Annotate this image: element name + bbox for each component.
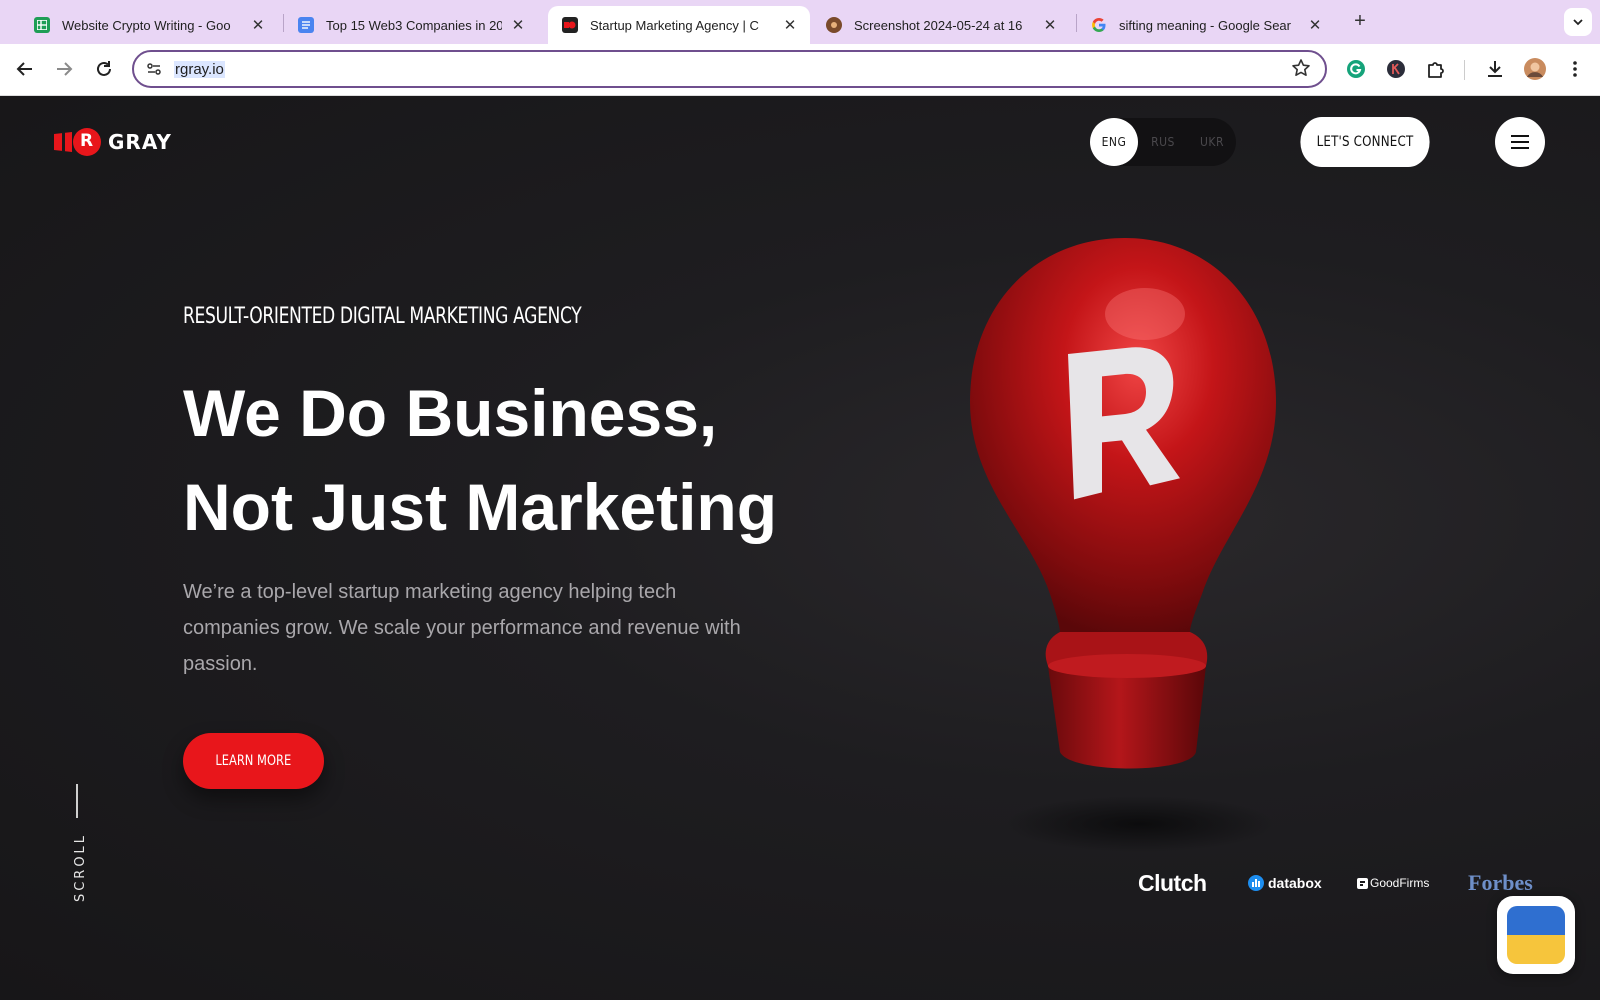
rgray-favicon	[562, 17, 578, 33]
puzzle-icon	[1428, 62, 1444, 78]
google-docs-icon	[298, 17, 314, 33]
address-bar[interactable]: rgray.io	[132, 50, 1327, 88]
site-settings-icon[interactable]	[146, 61, 162, 77]
learn-more-button[interactable]: LEARN MORE	[183, 733, 324, 789]
grammarly-extension[interactable]	[1343, 56, 1369, 82]
scroll-label: SCROLL	[73, 832, 89, 903]
hero-description: We’re a top-level startup marketing agen…	[183, 581, 741, 675]
forward-arrow-icon	[57, 62, 73, 76]
databox-logo[interactable]: databox	[1248, 868, 1322, 898]
downloads-button[interactable]	[1482, 56, 1508, 82]
goodfirms-icon	[1357, 877, 1368, 889]
tab-title: Startup Marketing Agency | C	[590, 17, 759, 33]
goodfirms-logo[interactable]: GoodFirms	[1357, 868, 1429, 898]
k-extension[interactable]	[1383, 56, 1409, 82]
lang-ukr[interactable]: UKR	[1188, 118, 1236, 166]
tab-website-crypto-writing[interactable]: Website Crypto Writing - Goo ✕	[20, 6, 278, 44]
ukraine-flag-icon	[1507, 906, 1565, 964]
grammarly-icon	[1347, 60, 1365, 78]
browser-toolbar: rgray.io	[0, 44, 1600, 96]
webpage: R GRAY ENG RUS UKR LET'S CONNECT RESULT-…	[0, 96, 1600, 1000]
clutch-logo[interactable]: Clutch	[1138, 868, 1207, 898]
tab-title: Website Crypto Writing - Goo	[62, 17, 231, 33]
hero-headline: We Do Business, Not Just Marketing	[183, 366, 777, 554]
headline-line-1: We Do Business,	[183, 376, 718, 450]
back-button[interactable]	[12, 56, 38, 82]
profile-avatar[interactable]	[1522, 56, 1548, 82]
close-tab-icon[interactable]: ✕	[1040, 16, 1060, 34]
url-text[interactable]: rgray.io	[174, 61, 225, 78]
google-icon	[1091, 17, 1107, 33]
reload-icon	[97, 61, 111, 76]
learn-more-label: LEARN MORE	[215, 753, 292, 769]
close-tab-icon[interactable]: ✕	[780, 16, 800, 34]
extensions-button[interactable]	[1423, 56, 1449, 82]
forbes-logo[interactable]: Forbes	[1468, 868, 1533, 898]
kebab-menu-icon	[1573, 61, 1577, 77]
chevron-down-icon	[1573, 19, 1583, 26]
bulb-letter: R	[960, 234, 961, 235]
download-icon	[1488, 61, 1502, 77]
tab-title: Top 15 Web3 Companies in 20	[326, 17, 502, 33]
lang-rus[interactable]: RUS	[1139, 118, 1187, 166]
toolbar-divider	[1464, 60, 1465, 80]
hero-eyebrow: RESULT-ORIENTED DIGITAL MARKETING AGENCY	[183, 304, 582, 329]
tab-sifting-meaning[interactable]: sifting meaning - Google Sear ✕	[1077, 6, 1335, 44]
close-tab-icon[interactable]: ✕	[1305, 16, 1325, 34]
image-favicon	[826, 17, 842, 33]
tab-screenshot[interactable]: Screenshot 2024-05-24 at 16 ✕	[812, 6, 1070, 44]
avatar-icon	[1524, 58, 1546, 80]
scroll-indicator[interactable]: SCROLL	[58, 833, 94, 902]
close-tab-icon[interactable]: ✕	[248, 16, 268, 34]
new-tab-button[interactable]: +	[1348, 10, 1372, 33]
tab-title: Screenshot 2024-05-24 at 16	[854, 17, 1023, 33]
databox-icon	[1248, 875, 1264, 891]
rgray-logo[interactable]: R GRAY	[54, 128, 172, 156]
browser-tab-bar: Website Crypto Writing - Goo ✕ Top 15 We…	[0, 0, 1600, 44]
menu-button[interactable]	[1495, 117, 1545, 167]
scroll-indicator-line	[76, 784, 78, 818]
logo-text: GRAY	[108, 130, 172, 154]
back-arrow-icon	[16, 62, 32, 76]
goodfirms-label: GoodFirms	[1370, 876, 1430, 890]
tab-title: sifting meaning - Google Sear	[1119, 17, 1291, 33]
forward-button[interactable]	[51, 56, 77, 82]
language-switcher: ENG RUS UKR	[1090, 118, 1236, 166]
logo-mark: R	[54, 128, 102, 156]
headline-line-2: Not Just Marketing	[183, 470, 778, 544]
logo-letter: R	[80, 131, 94, 151]
lang-eng[interactable]: ENG	[1090, 118, 1138, 166]
tab-top-15-web3[interactable]: Top 15 Web3 Companies in 20 ✕	[284, 6, 538, 44]
google-sheets-icon	[34, 17, 50, 33]
red-lightbulb-illustration: R	[960, 234, 1276, 852]
hamburger-icon	[1511, 135, 1529, 149]
databox-label: databox	[1268, 875, 1322, 891]
k-extension-icon	[1387, 60, 1405, 78]
bookmark-star-icon[interactable]	[1291, 58, 1311, 78]
tab-search-button[interactable]	[1564, 8, 1592, 36]
reload-button[interactable]	[91, 56, 117, 82]
ukraine-support-badge[interactable]	[1497, 896, 1575, 974]
close-tab-icon[interactable]: ✕	[508, 16, 528, 34]
lets-connect-button[interactable]: LET'S CONNECT	[1300, 117, 1430, 167]
browser-menu-button[interactable]	[1562, 56, 1588, 82]
tab-startup-marketing-agency[interactable]: Startup Marketing Agency | C ✕	[548, 6, 810, 44]
